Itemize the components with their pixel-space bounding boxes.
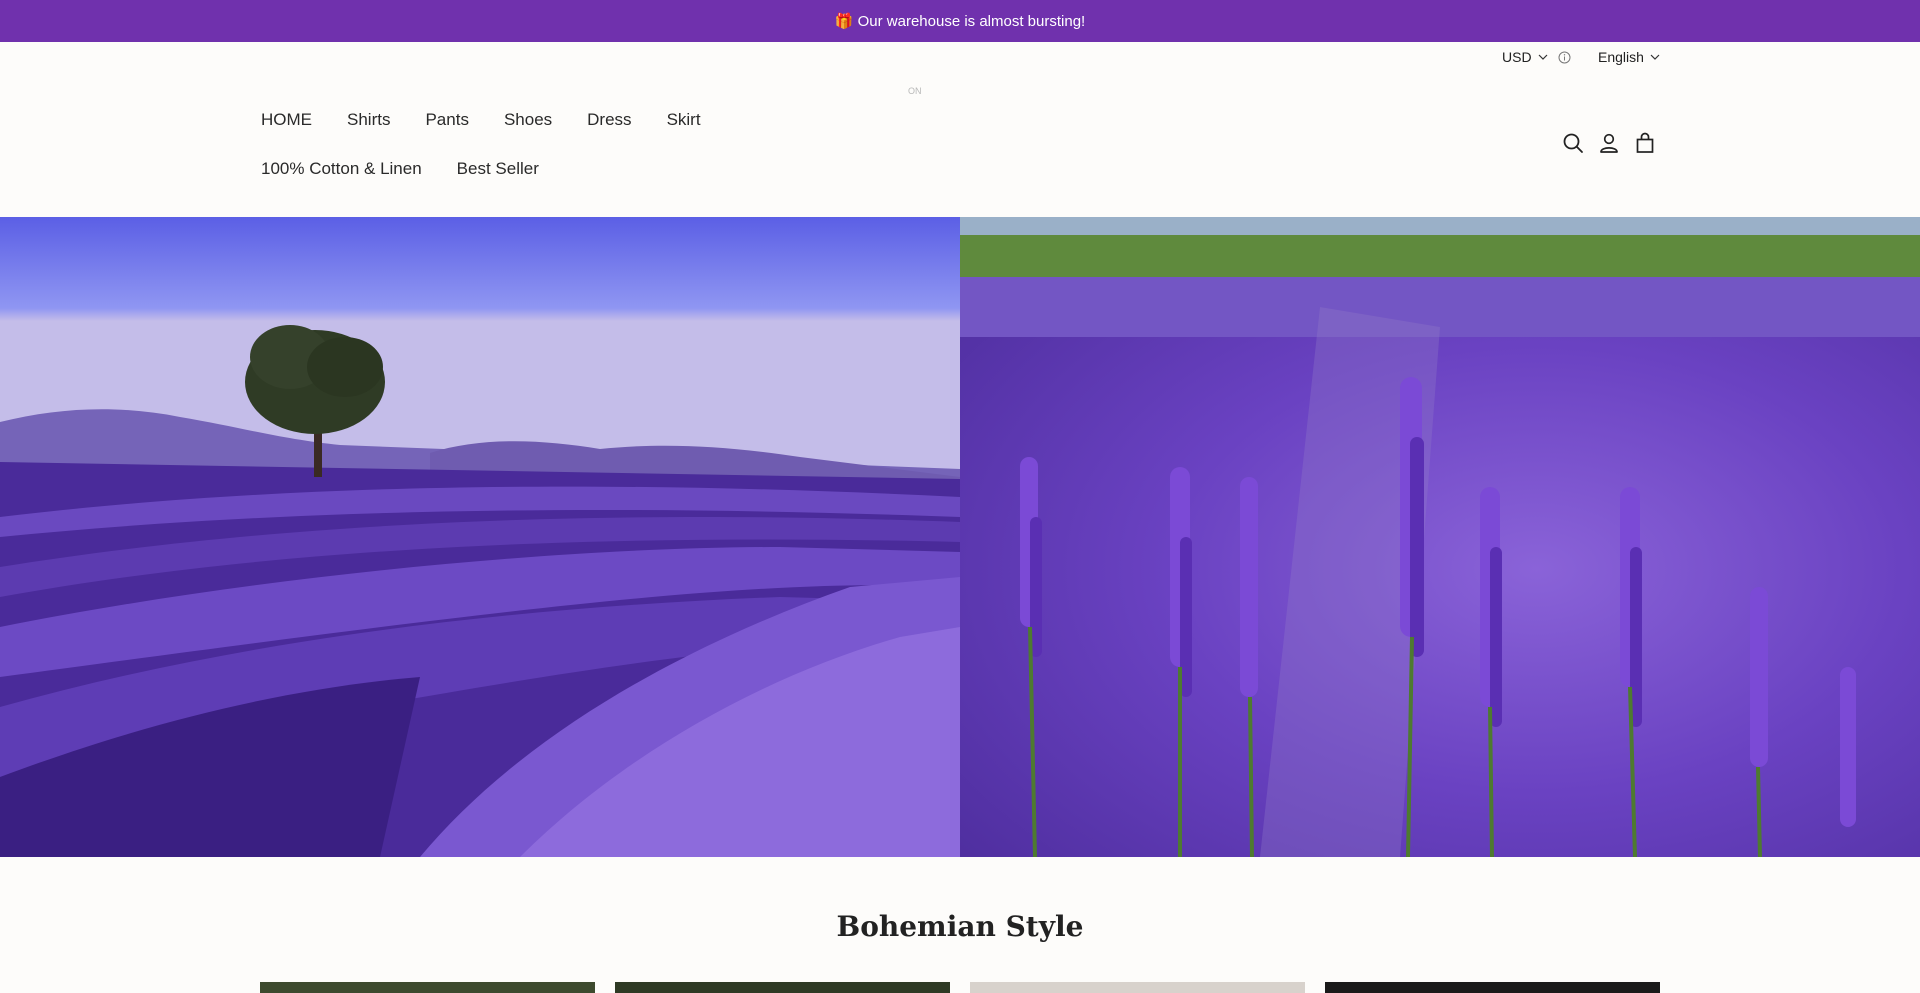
search-icon[interactable]: [1562, 131, 1584, 155]
language-selector[interactable]: English: [1598, 49, 1660, 65]
account-icon[interactable]: [1598, 131, 1620, 155]
product-card[interactable]: [615, 982, 950, 993]
product-card[interactable]: [1325, 982, 1660, 993]
hero-image-lavender-closeup[interactable]: [960, 217, 1920, 857]
nav-row-2: 100% Cotton & Linen Best Seller: [261, 153, 736, 185]
nav-item-dress[interactable]: Dress: [587, 110, 631, 130]
language-label: English: [1598, 49, 1644, 65]
utility-bar: USD English: [0, 42, 1920, 74]
main-nav: HOME Shirts Pants Shoes Dress Skirt 100%…: [261, 104, 736, 185]
announcement-bar: 🎁 Our warehouse is almost bursting!: [0, 0, 1920, 42]
product-card[interactable]: [260, 982, 595, 993]
nav-item-home[interactable]: HOME: [261, 110, 312, 130]
chevron-down-icon: [1650, 54, 1660, 60]
info-icon[interactable]: [1558, 51, 1571, 64]
nav-item-shoes[interactable]: Shoes: [504, 110, 552, 130]
product-cards: [260, 982, 1660, 993]
cart-icon[interactable]: [1634, 131, 1656, 155]
section-title: Bohemian Style: [836, 910, 1084, 943]
hero-image-lavender-field[interactable]: [0, 217, 960, 857]
nav-item-shirts[interactable]: Shirts: [347, 110, 390, 130]
chevron-down-icon: [1538, 54, 1547, 60]
nav-item-skirt[interactable]: Skirt: [667, 110, 701, 130]
nav-item-best-seller[interactable]: Best Seller: [457, 159, 539, 179]
nav-item-pants[interactable]: Pants: [425, 110, 468, 130]
currency-label: USD: [1502, 49, 1532, 65]
store-logo[interactable]: ON: [908, 86, 922, 96]
nav-item-cotton-linen[interactable]: 100% Cotton & Linen: [261, 159, 422, 179]
hero-banner: [0, 217, 1920, 857]
nav-row-1: HOME Shirts Pants Shoes Dress Skirt: [261, 104, 736, 136]
currency-selector[interactable]: USD: [1502, 49, 1571, 65]
header-icons: [1562, 131, 1656, 155]
product-card[interactable]: [970, 982, 1305, 993]
announcement-text: 🎁 Our warehouse is almost bursting!: [834, 13, 1086, 30]
